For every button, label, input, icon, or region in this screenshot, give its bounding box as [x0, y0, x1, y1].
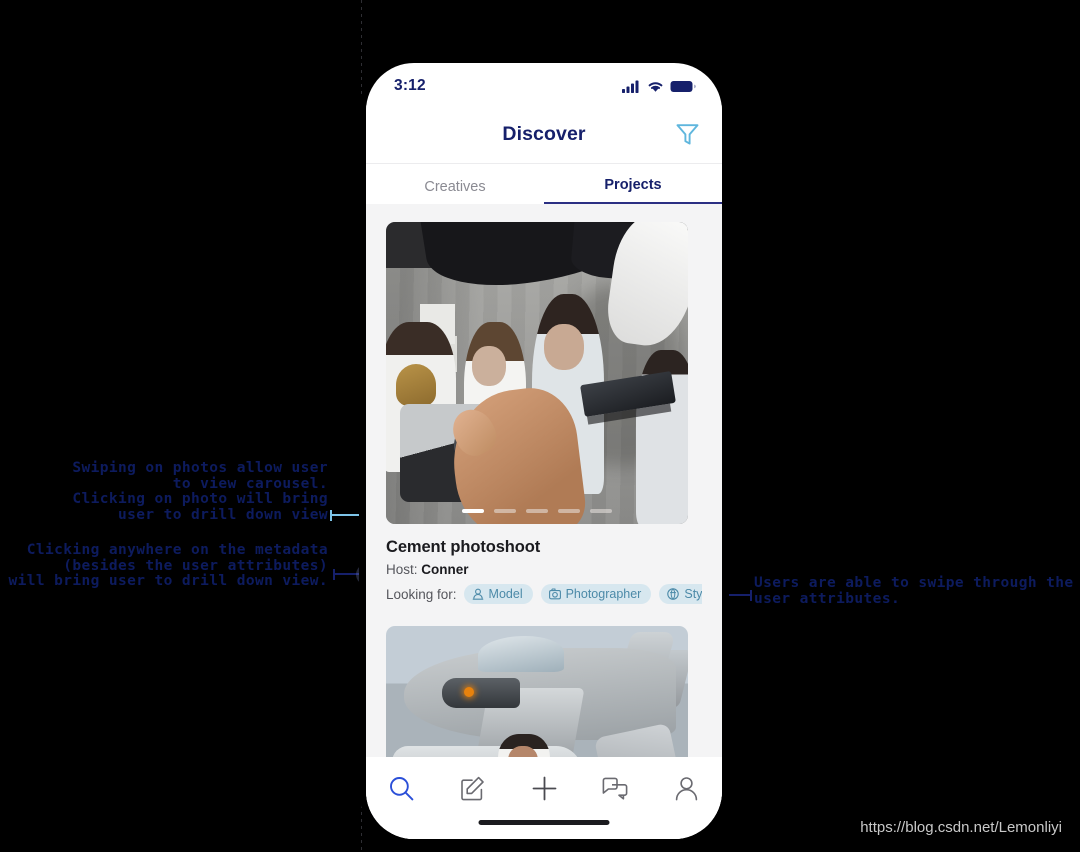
- project-host: Host: Conner: [386, 562, 702, 577]
- page-title: Discover: [502, 122, 586, 145]
- chip-label: Model: [488, 587, 523, 601]
- nav-add[interactable]: [508, 768, 579, 808]
- wifi-icon: [648, 81, 663, 92]
- status-icons: [622, 80, 696, 93]
- chip-label: Photographer: [565, 587, 642, 601]
- carousel-dot[interactable]: [526, 509, 548, 513]
- compose-icon: [461, 776, 485, 800]
- watermark: https://blog.csdn.net/Lemonliyi: [860, 819, 1062, 836]
- connector-tick: [750, 589, 752, 601]
- filter-funnel-icon: [676, 123, 698, 145]
- model-icon: [472, 588, 483, 600]
- tab-projects[interactable]: Projects: [544, 164, 722, 204]
- nav-search[interactable]: [366, 768, 437, 808]
- photo-annotation-text: Swiping on photos allow user to view car…: [72, 460, 328, 523]
- looking-for-label: Looking for:: [386, 586, 457, 602]
- carousel-indicators[interactable]: [386, 509, 688, 513]
- status-time: 3:12: [394, 77, 426, 94]
- status-bar: 3:12: [366, 63, 722, 105]
- tab-creatives-label: Creatives: [424, 179, 486, 195]
- project-card[interactable]: Cement photoshoot Host: Conner Looking f…: [386, 222, 702, 604]
- carousel-dot[interactable]: [462, 509, 484, 513]
- plus-icon: [532, 776, 556, 800]
- chip-label: Styli: [684, 587, 702, 601]
- metadata-annotation-text: Clicking anywhere on the metadata (besid…: [8, 542, 328, 590]
- carousel-dot[interactable]: [494, 509, 516, 513]
- phone-screen: 3:12 Discover Creatives Projects Cement …: [366, 63, 722, 839]
- search-icon: [390, 776, 414, 800]
- project-title: Cement photoshoot: [386, 538, 541, 556]
- tab-bar: Creatives Projects: [366, 164, 722, 204]
- tab-projects-label: Projects: [604, 177, 662, 193]
- filter-button[interactable]: [670, 117, 704, 151]
- host-name: Conner: [421, 562, 469, 577]
- attribute-chip-model[interactable]: Model: [463, 584, 533, 604]
- phone-frame: 3:12 Discover Creatives Projects Cement …: [360, 57, 728, 845]
- attribute-chips-scroller[interactable]: Model Photographer Sty: [463, 584, 702, 604]
- cellular-signal-icon: [622, 80, 639, 93]
- project-photo-carousel[interactable]: [386, 222, 688, 524]
- camera-icon: [548, 588, 561, 600]
- tab-creatives[interactable]: Creatives: [366, 164, 544, 204]
- carousel-dot[interactable]: [590, 509, 612, 513]
- nav-messages[interactable]: [580, 768, 651, 808]
- bottom-navigation: [366, 757, 722, 839]
- nav-compose[interactable]: [437, 768, 508, 808]
- battery-icon: [670, 80, 696, 92]
- looking-for-row: Looking for: Model Photographer Sty: [386, 584, 702, 604]
- host-label: Host:: [386, 562, 418, 577]
- project-feed[interactable]: Cement photoshoot Host: Conner Looking f…: [366, 204, 722, 839]
- carousel-dot[interactable]: [558, 509, 580, 513]
- attributes-annotation-text: Users are able to swipe through the user…: [754, 575, 1074, 607]
- stylist-icon: [667, 588, 680, 600]
- photo-image: [386, 222, 688, 524]
- attribute-chip-photographer[interactable]: Photographer: [540, 584, 652, 604]
- nav-profile[interactable]: [651, 768, 722, 808]
- profile-icon: [675, 776, 698, 800]
- app-header: Discover: [366, 105, 722, 164]
- home-indicator: [478, 820, 610, 825]
- chat-icon: [602, 777, 628, 800]
- attribute-chip-stylist[interactable]: Styli: [659, 584, 702, 604]
